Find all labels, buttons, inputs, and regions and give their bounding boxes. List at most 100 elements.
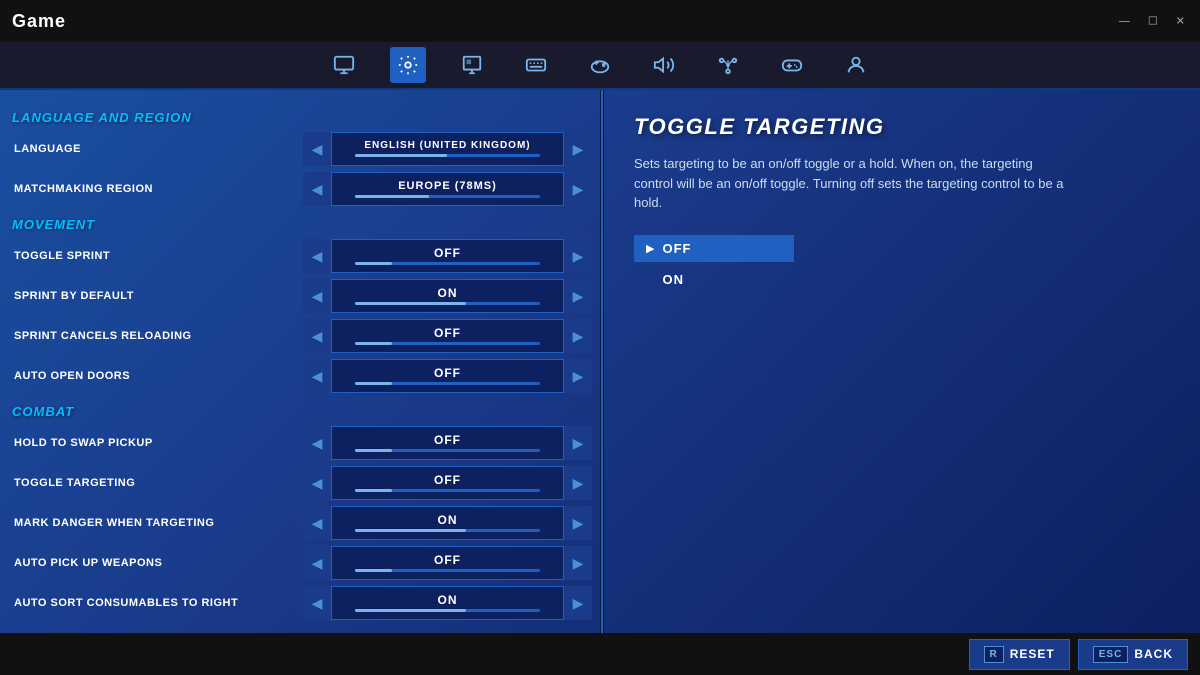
window-title: Game [12,11,66,32]
value-box-language: ENGLISH (UNITED KINGDOM) [331,132,564,166]
value-bar-hold-swap [355,449,540,452]
value-box-sprint-default: ON [331,279,564,313]
value-text-sprint-cancels: OFF [434,327,461,339]
section-header-building: BUILDING [12,631,592,633]
nav-gear[interactable] [390,47,426,83]
arrow-right-hold-swap[interactable]: ▶ [564,426,592,460]
control-auto-open-doors: ◀ OFF ▶ [303,359,592,393]
arrow-right-mark-danger[interactable]: ▶ [564,506,592,540]
nav-bar [0,42,1200,90]
arrow-left-sprint-cancels[interactable]: ◀ [303,319,331,353]
value-bar-sprint-cancels [355,342,540,345]
nav-gamepad[interactable] [774,47,810,83]
nav-audio[interactable] [646,47,682,83]
value-text-hold-swap: OFF [434,434,461,446]
arrow-right-language[interactable]: ▶ [564,132,592,166]
value-box-toggle-targeting: OFF [331,466,564,500]
reset-label: RESET [1010,647,1055,661]
maximize-button[interactable]: ☐ [1143,13,1163,30]
arrow-right-auto-open-doors[interactable]: ▶ [564,359,592,393]
arrow-left-auto-open-doors[interactable]: ◀ [303,359,331,393]
arrow-right-auto-pickup[interactable]: ▶ [564,546,592,580]
nav-controller-alt[interactable] [582,47,618,83]
arrow-left-language[interactable]: ◀ [303,132,331,166]
setting-language: LANGUAGE ◀ ENGLISH (UNITED KINGDOM) ▶ [8,131,592,167]
setting-mark-danger: MARK DANGER WHEN TARGETING ◀ ON ▶ [8,505,592,541]
control-toggle-sprint: ◀ OFF ▶ [303,239,592,273]
arrow-left-hold-swap[interactable]: ◀ [303,426,331,460]
value-box-toggle-sprint: OFF [331,239,564,273]
setting-toggle-targeting: TOGGLE TARGETING ◀ OFF ▶ [8,465,592,501]
left-panel: LANGUAGE AND REGION LANGUAGE ◀ ENGLISH (… [0,90,600,633]
detail-title: TOGGLE TARGETING [634,114,1170,140]
option-on[interactable]: ▶ ON [634,266,794,293]
value-box-auto-pickup: OFF [331,546,564,580]
window-controls: — ☐ ✕ [1114,13,1190,30]
setting-label-toggle-sprint: TOGGLE SPRINT [8,250,303,262]
nav-display[interactable] [454,47,490,83]
arrow-right-sprint-cancels[interactable]: ▶ [564,319,592,353]
value-box-auto-sort: ON [331,586,564,620]
arrow-left-sprint-default[interactable]: ◀ [303,279,331,313]
value-bar-language [355,154,540,157]
nav-keyboard[interactable] [518,47,554,83]
option-text-on: ON [662,272,684,287]
nav-monitor[interactable] [326,47,362,83]
reset-button[interactable]: R RESET [969,639,1070,670]
arrow-left-auto-pickup[interactable]: ◀ [303,546,331,580]
value-text-sprint-default: ON [438,287,458,299]
main-content: LANGUAGE AND REGION LANGUAGE ◀ ENGLISH (… [0,90,1200,633]
control-mark-danger: ◀ ON ▶ [303,506,592,540]
arrow-left-auto-sort[interactable]: ◀ [303,586,331,620]
setting-label-auto-sort: AUTO SORT CONSUMABLES TO RIGHT [8,597,303,609]
value-text-matchmaking: EUROPE (78MS) [398,181,497,192]
value-text-toggle-targeting: OFF [434,474,461,486]
arrow-right-matchmaking[interactable]: ▶ [564,172,592,206]
setting-label-hold-swap: HOLD TO SWAP PICKUP [8,437,303,449]
value-bar-mark-danger [355,529,540,532]
value-box-sprint-cancels: OFF [331,319,564,353]
arrow-right-toggle-targeting[interactable]: ▶ [564,466,592,500]
control-language: ◀ ENGLISH (UNITED KINGDOM) ▶ [303,132,592,166]
arrow-left-mark-danger[interactable]: ◀ [303,506,331,540]
value-bar-toggle-sprint [355,262,540,265]
arrow-right-sprint-default[interactable]: ▶ [564,279,592,313]
setting-matchmaking: MATCHMAKING REGION ◀ EUROPE (78MS) ▶ [8,171,592,207]
value-text-auto-pickup: OFF [434,554,461,566]
value-box-hold-swap: OFF [331,426,564,460]
option-off[interactable]: ▶ OFF [634,235,794,262]
close-button[interactable]: ✕ [1171,13,1190,30]
setting-label-matchmaking: MATCHMAKING REGION [8,183,303,195]
setting-hold-swap: HOLD TO SWAP PICKUP ◀ OFF ▶ [8,425,592,461]
setting-label-auto-pickup: AUTO PICK UP WEAPONS [8,557,303,569]
back-button[interactable]: ESC BACK [1078,639,1188,670]
nav-user[interactable] [838,47,874,83]
nav-network[interactable] [710,47,746,83]
setting-auto-sort: AUTO SORT CONSUMABLES TO RIGHT ◀ ON ▶ [8,585,592,621]
control-auto-pickup: ◀ OFF ▶ [303,546,592,580]
arrow-left-toggle-sprint[interactable]: ◀ [303,239,331,273]
setting-label-language: LANGUAGE [8,143,303,155]
control-hold-swap: ◀ OFF ▶ [303,426,592,460]
setting-toggle-sprint: TOGGLE SPRINT ◀ OFF ▶ [8,238,592,274]
arrow-left-toggle-targeting[interactable]: ◀ [303,466,331,500]
value-bar-auto-open-doors [355,382,540,385]
value-bar-matchmaking [355,195,540,198]
value-text-language: ENGLISH (UNITED KINGDOM) [364,141,530,151]
arrow-left-matchmaking[interactable]: ◀ [303,172,331,206]
arrow-right-auto-sort[interactable]: ▶ [564,586,592,620]
right-panel: TOGGLE TARGETING Sets targeting to be an… [604,90,1200,633]
back-label: BACK [1134,647,1173,661]
arrow-right-toggle-sprint[interactable]: ▶ [564,239,592,273]
value-bar-auto-pickup [355,569,540,572]
value-bar-toggle-targeting [355,489,540,492]
setting-label-toggle-targeting: TOGGLE TARGETING [8,477,303,489]
value-text-auto-open-doors: OFF [434,367,461,379]
value-text-toggle-sprint: OFF [434,247,461,259]
setting-label-mark-danger: MARK DANGER WHEN TARGETING [8,517,303,529]
minimize-button[interactable]: — [1114,13,1135,30]
setting-auto-pickup: AUTO PICK UP WEAPONS ◀ OFF ▶ [8,545,592,581]
setting-label-sprint-cancels: SPRINT CANCELS RELOADING [8,330,303,342]
setting-auto-open-doors: AUTO OPEN DOORS ◀ OFF ▶ [8,358,592,394]
back-key: ESC [1093,646,1129,663]
